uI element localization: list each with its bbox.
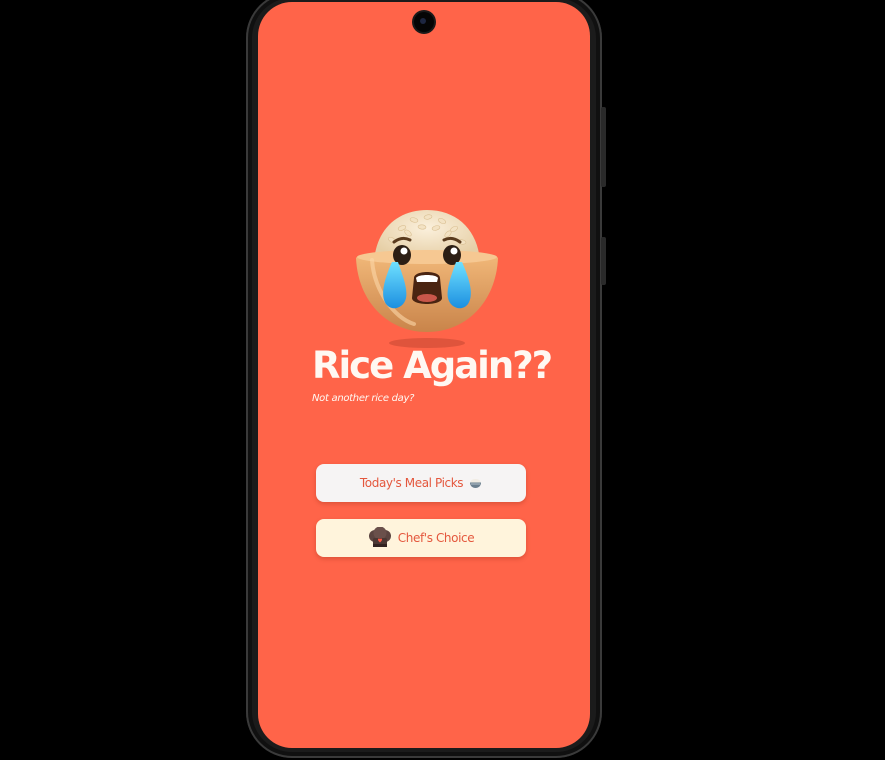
phone-frame: Rice Again?? Not another rice day? Today… — [246, 0, 606, 758]
chefs-choice-button[interactable]: Chef's Choice — [316, 519, 526, 557]
rice-bowl-icon — [469, 478, 482, 489]
crying-rice-bowl-icon — [356, 210, 498, 348]
power-button — [601, 237, 606, 285]
chefs-choice-label: Chef's Choice — [397, 531, 475, 545]
phone-screen: Rice Again?? Not another rice day? Today… — [258, 2, 590, 748]
todays-meal-picks-label: Today's Meal Picks — [359, 476, 464, 490]
volume-button — [601, 107, 606, 187]
page-title: Rice Again?? — [312, 344, 553, 387]
todays-meal-picks-button[interactable]: Today's Meal Picks — [316, 464, 526, 502]
front-camera — [414, 12, 434, 32]
app-stage: Rice Again?? Not another rice day? Today… — [0, 0, 885, 760]
page-subtitle: Not another rice day? — [312, 393, 415, 404]
chef-hat-icon — [368, 527, 392, 549]
